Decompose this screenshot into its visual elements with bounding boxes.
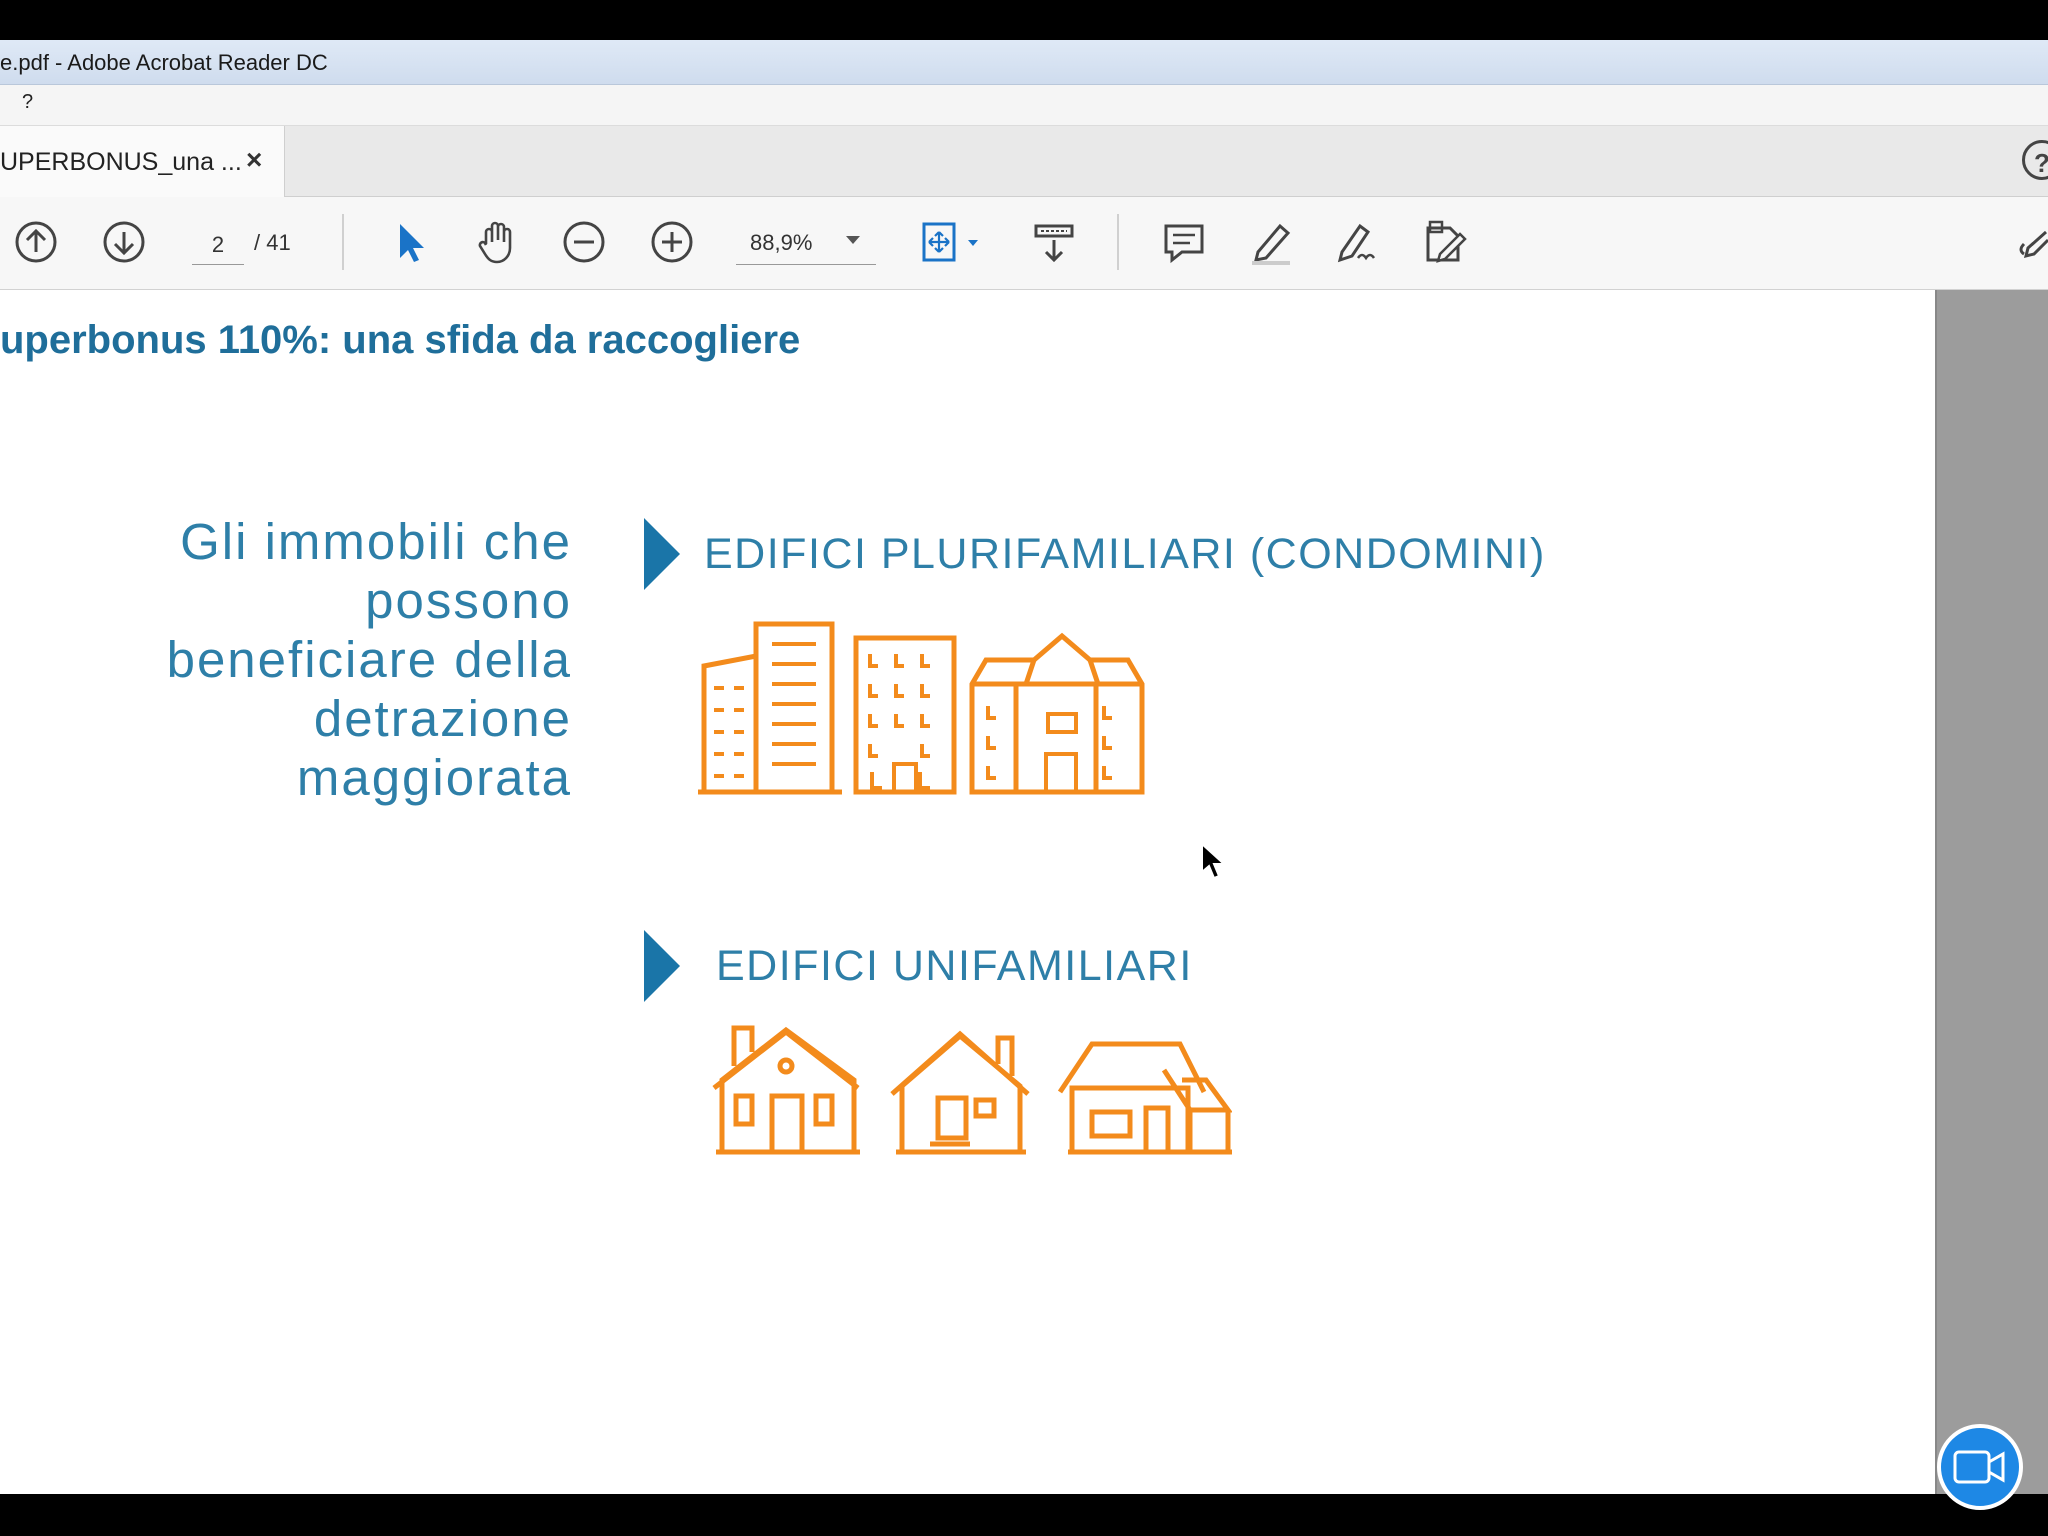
intro-line: detrazione (313, 690, 572, 747)
next-page-icon[interactable] (100, 218, 148, 266)
intro-line: possono (365, 572, 572, 629)
section-arrow-icon (644, 930, 680, 1002)
hand-icon[interactable] (472, 218, 520, 266)
document-tab-label: UPERBONUS_una ... (0, 148, 242, 176)
screen-top-border (0, 0, 2048, 40)
zoom-level-value: 88,9% (750, 230, 813, 255)
intro-line: beneficiare della (166, 631, 572, 688)
right-pane (1935, 290, 2048, 1494)
screen-bottom-border (0, 1494, 2048, 1536)
select-icon[interactable] (386, 218, 434, 266)
page-number-input[interactable]: 2 (192, 226, 244, 265)
highlight-icon[interactable] (1246, 218, 1294, 266)
share-icon[interactable] (2018, 218, 2048, 266)
zoom-dropdown-caret-icon[interactable] (846, 236, 860, 244)
video-camera-icon (1953, 1450, 2005, 1484)
section-heading-single-family: EDIFICI UNIFAMILIARI (716, 942, 1193, 990)
section-arrow-icon (644, 518, 680, 590)
zoom-out-icon[interactable] (560, 218, 608, 266)
section-heading-multifamily: EDIFICI PLURIFAMILIARI (CONDOMINI) (704, 530, 1546, 578)
window-title: e.pdf - Adobe Acrobat Reader DC (0, 50, 328, 75)
comment-icon[interactable] (1160, 218, 1208, 266)
intro-line: maggiorata (296, 749, 572, 806)
sign-icon[interactable] (1332, 218, 1380, 266)
tab-bar (0, 126, 2048, 197)
previous-page-icon[interactable] (12, 218, 60, 266)
menu-bar (0, 85, 2048, 126)
toolbar-divider (342, 214, 344, 270)
slide-title: uperbonus 110%: una sfida da raccogliere (0, 318, 801, 362)
single-family-houses-icon (712, 1025, 1232, 1155)
page-total: / 41 (254, 230, 291, 255)
toolbar (0, 197, 2048, 290)
apartment-buildings-icon (698, 621, 1145, 795)
edit-pdf-icon[interactable] (1420, 218, 1468, 266)
scroll-mode-icon[interactable] (1030, 218, 1078, 266)
fit-page-icon[interactable] (916, 218, 986, 266)
record-video-button[interactable] (1937, 1424, 2023, 1510)
toolbar-divider (1117, 214, 1119, 270)
intro-line: Gli immobili che (180, 513, 572, 570)
document-page (0, 290, 1935, 1494)
mouse-cursor-icon (1201, 842, 1227, 880)
zoom-in-icon[interactable] (648, 218, 696, 266)
intro-text: Gli immobili che possono beneficiare del… (60, 512, 572, 807)
menu-item-help[interactable]: ? (22, 91, 33, 114)
tab-close-button[interactable]: × (246, 144, 262, 176)
